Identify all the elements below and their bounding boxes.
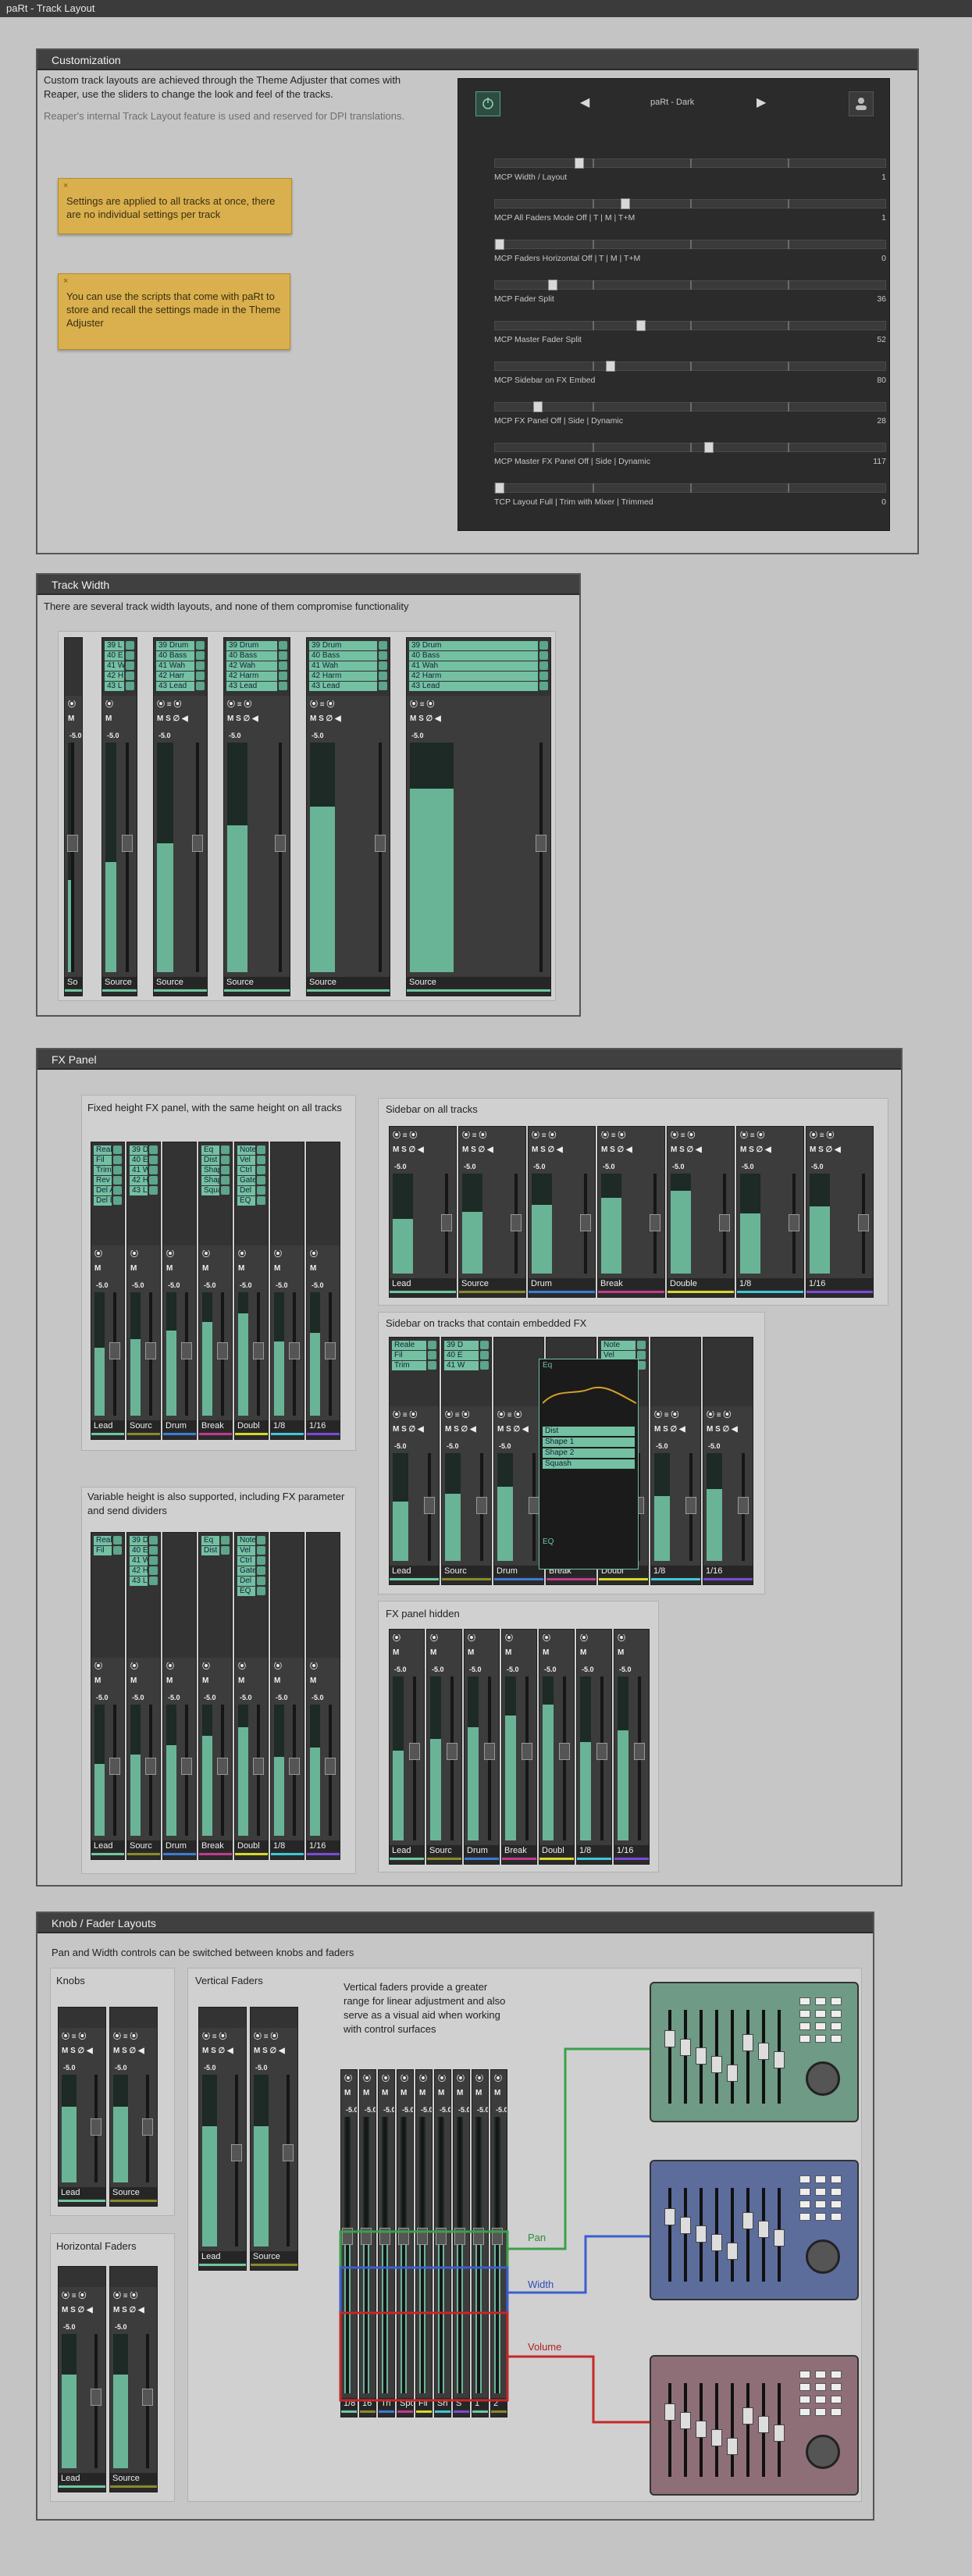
pan-connector	[507, 2047, 650, 2250]
hardware-fader-cap[interactable]	[727, 2243, 738, 2260]
hardware-fader-cap[interactable]	[774, 2229, 785, 2246]
hardware-fader-cap[interactable]	[727, 2065, 738, 2082]
hardware-fader-cap[interactable]	[664, 2208, 675, 2225]
hardware-fader-cap[interactable]	[664, 2403, 675, 2421]
hardware-jog-knob-icon[interactable]	[806, 2435, 840, 2469]
hardware-fader-track[interactable]	[668, 2010, 671, 2104]
hardware-key[interactable]	[815, 2383, 826, 2391]
hardware-key[interactable]	[815, 2200, 826, 2208]
hardware-key[interactable]	[831, 2200, 842, 2208]
hardware-fader-track[interactable]	[746, 2188, 749, 2282]
hardware-key[interactable]	[815, 2408, 826, 2416]
hardware-key[interactable]	[815, 2396, 826, 2403]
hardware-fader-track[interactable]	[731, 2010, 734, 2104]
hardware-fader-cap[interactable]	[680, 2217, 691, 2234]
hardware-fader-cap[interactable]	[727, 2438, 738, 2455]
hardware-key[interactable]	[799, 2383, 810, 2391]
hardware-fader-cap[interactable]	[696, 2421, 707, 2438]
hardware-key[interactable]	[799, 2408, 810, 2416]
hardware-key[interactable]	[799, 2188, 810, 2196]
hardware-fader-cap[interactable]	[758, 2221, 769, 2238]
hardware-fader-track[interactable]	[668, 2188, 671, 2282]
hardware-fader-cap[interactable]	[742, 2034, 753, 2051]
hardware-key[interactable]	[831, 2213, 842, 2221]
hardware-key[interactable]	[799, 2396, 810, 2403]
hardware-key[interactable]	[831, 2408, 842, 2416]
hardware-key[interactable]	[831, 2035, 842, 2043]
hardware-key[interactable]	[799, 1997, 810, 2005]
pan-label: Pan	[528, 2232, 547, 2243]
hardware-key[interactable]	[831, 2175, 842, 2183]
hardware-fader-cap[interactable]	[774, 2425, 785, 2442]
hardware-fader-cap[interactable]	[742, 2212, 753, 2229]
volume-connector	[507, 2355, 650, 2424]
hardware-key[interactable]	[799, 2175, 810, 2183]
hardware-key[interactable]	[815, 2022, 826, 2030]
hardware-fader-cap[interactable]	[664, 2030, 675, 2047]
hardware-key[interactable]	[815, 2010, 826, 2018]
width-label: Width	[528, 2278, 554, 2290]
hardware-fader-track[interactable]	[684, 2383, 687, 2477]
hardware-key[interactable]	[815, 2175, 826, 2183]
volume-control-surface	[650, 2355, 859, 2496]
hardware-fader-cap[interactable]	[711, 2056, 722, 2073]
hardware-fader-cap[interactable]	[758, 2043, 769, 2060]
hardware-key[interactable]	[815, 2188, 826, 2196]
hardware-fader-cap[interactable]	[742, 2407, 753, 2425]
hardware-fader-track[interactable]	[746, 2010, 749, 2104]
hardware-fader-cap[interactable]	[774, 2051, 785, 2068]
volume-highlight-box	[339, 2311, 509, 2402]
pan-highlight-box	[339, 2230, 509, 2269]
width-highlight-box	[339, 2266, 509, 2314]
hardware-key[interactable]	[831, 2371, 842, 2378]
hardware-fader-track[interactable]	[684, 2010, 687, 2104]
hardware-fader-track[interactable]	[746, 2383, 749, 2477]
hardware-fader-cap[interactable]	[680, 2412, 691, 2429]
pan-control-surface	[650, 1982, 859, 2122]
hardware-key[interactable]	[799, 2010, 810, 2018]
hardware-fader-cap[interactable]	[696, 2225, 707, 2243]
hardware-key[interactable]	[815, 2371, 826, 2378]
hardware-key[interactable]	[831, 1997, 842, 2005]
hardware-fader-cap[interactable]	[711, 2429, 722, 2446]
hardware-key[interactable]	[799, 2200, 810, 2208]
hardware-key[interactable]	[815, 1997, 826, 2005]
hardware-key[interactable]	[799, 2213, 810, 2221]
hardware-key[interactable]	[799, 2035, 810, 2043]
hardware-key[interactable]	[799, 2371, 810, 2378]
hardware-fader-track[interactable]	[684, 2188, 687, 2282]
hardware-key[interactable]	[831, 2188, 842, 2196]
hardware-fader-cap[interactable]	[696, 2047, 707, 2065]
hardware-jog-knob-icon[interactable]	[806, 2239, 840, 2274]
hardware-key[interactable]	[831, 2383, 842, 2391]
hardware-key[interactable]	[831, 2022, 842, 2030]
hardware-key[interactable]	[815, 2213, 826, 2221]
hardware-jog-knob-icon[interactable]	[806, 2061, 840, 2096]
hardware-key[interactable]	[831, 2010, 842, 2018]
volume-label: Volume	[528, 2341, 562, 2353]
hardware-fader-cap[interactable]	[680, 2039, 691, 2056]
hardware-fader-cap[interactable]	[711, 2234, 722, 2251]
hardware-key[interactable]	[831, 2396, 842, 2403]
hardware-key[interactable]	[799, 2022, 810, 2030]
hardware-fader-cap[interactable]	[758, 2416, 769, 2433]
hardware-fader-track[interactable]	[731, 2383, 734, 2477]
hardware-fader-track[interactable]	[731, 2188, 734, 2282]
width-control-surface	[650, 2160, 859, 2300]
hardware-key[interactable]	[815, 2035, 826, 2043]
hardware-fader-track[interactable]	[668, 2383, 671, 2477]
